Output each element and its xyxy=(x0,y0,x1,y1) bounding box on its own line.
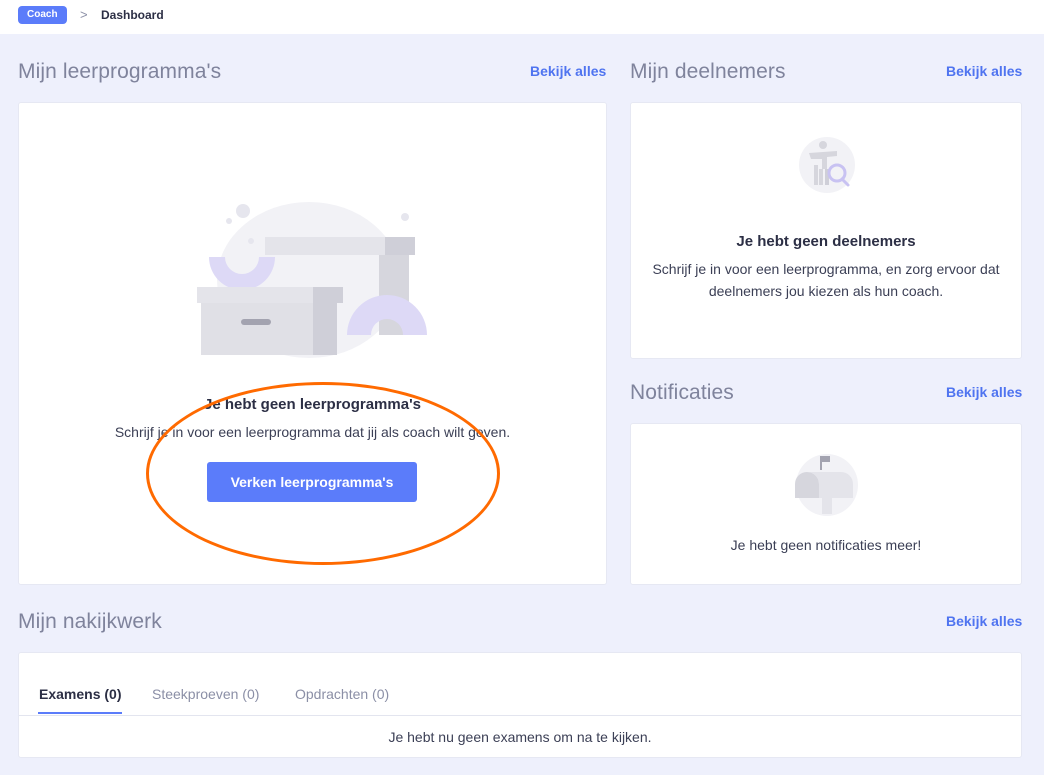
notifications-card: Je hebt geen notificaties meer! xyxy=(630,423,1022,585)
tab-assignments[interactable]: Opdrachten (0) xyxy=(295,686,389,702)
breadcrumb-current: Dashboard xyxy=(101,8,164,22)
grading-empty-text: Je hebt nu geen examens om na te kijken. xyxy=(388,729,652,745)
explore-programs-button[interactable]: Verken leerprogramma's xyxy=(207,462,417,502)
active-tab-indicator xyxy=(38,712,122,714)
grading-section-title: Mijn nakijkwerk xyxy=(18,610,162,633)
programs-view-all-link[interactable]: Bekijk alles xyxy=(530,63,606,79)
notifications-section-title: Notificaties xyxy=(630,381,734,404)
grading-view-all-link[interactable]: Bekijk alles xyxy=(946,613,1022,629)
mailbox-icon xyxy=(795,454,858,516)
participants-empty-title: Je hebt geen deelnemers xyxy=(736,233,916,250)
participants-card: Je hebt geen deelnemers Schrijf je in vo… xyxy=(630,102,1022,359)
programs-empty-text: Schrijf je in voor een leerprogramma dat… xyxy=(114,424,511,440)
chevron-right-icon: > xyxy=(80,7,88,22)
programs-card: Je hebt geen leerprogramma's Schrijf je … xyxy=(18,102,607,585)
participants-empty-text: Schrijf je in voor een leerprogramma, en… xyxy=(652,261,1000,299)
tab-exams[interactable]: Examens (0) xyxy=(39,686,121,702)
programs-section-title: Mijn leerprogramma's xyxy=(18,60,222,83)
programs-empty-title: Je hebt geen leerprogramma's xyxy=(204,396,421,413)
person-search-icon xyxy=(799,137,855,193)
notifications-view-all-link[interactable]: Bekijk alles xyxy=(946,384,1022,400)
role-badge: Coach xyxy=(18,6,67,24)
empty-boxes-icon xyxy=(197,202,427,358)
participants-view-all-link[interactable]: Bekijk alles xyxy=(946,63,1022,79)
participants-section-title: Mijn deelnemers xyxy=(630,60,786,83)
tab-divider xyxy=(19,715,1021,716)
tab-samples[interactable]: Steekproeven (0) xyxy=(152,686,259,702)
notifications-empty-text: Je hebt geen notificaties meer! xyxy=(730,537,922,553)
top-bar: Coach > Dashboard xyxy=(0,0,1044,34)
grading-card: Examens (0) Steekproeven (0) Opdrachten … xyxy=(18,652,1022,758)
